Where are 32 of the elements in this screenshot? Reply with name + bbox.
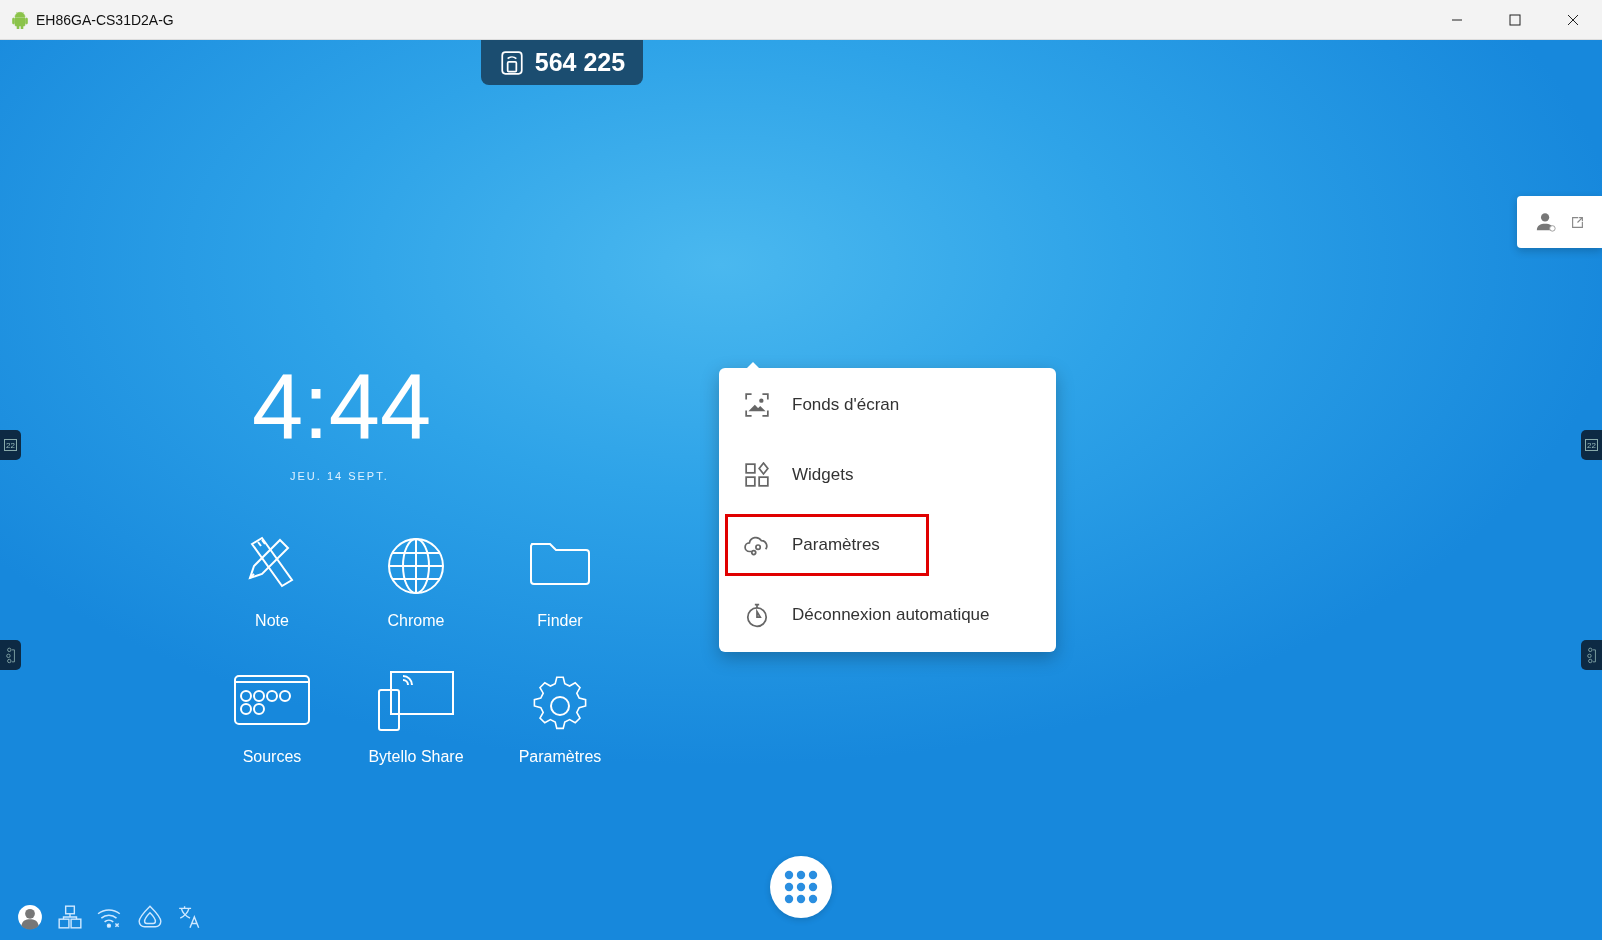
app-label[interactable]: Paramètres	[518, 748, 602, 766]
menu-item[interactable]: Fonds d'écran	[725, 374, 929, 436]
avatar-icon[interactable]	[17, 904, 43, 930]
apps-tab[interactable]	[1581, 640, 1602, 670]
image-frame-icon	[744, 392, 770, 418]
window-title: EH86GA-CS31D2A-G	[36, 11, 174, 28]
calendar-tab[interactable]: 22	[0, 430, 21, 460]
android-icon	[12, 10, 28, 29]
person-icon[interactable]	[1535, 211, 1557, 233]
screen-share-icon	[498, 49, 525, 76]
network-icon[interactable]	[57, 904, 83, 930]
maximize-icon	[1509, 13, 1521, 26]
clock-date: JEU. 14 SEPT.	[290, 470, 390, 482]
close-icon	[1567, 13, 1579, 26]
apps-tab[interactable]	[0, 640, 21, 670]
stopwatch-icon	[744, 602, 770, 628]
clock-time: 4:44	[251, 360, 433, 452]
menu-item[interactable]: Paramètres	[725, 514, 929, 576]
menu-item[interactable]: Widgets	[725, 444, 929, 506]
menu-item[interactable]: Déconnexion automatique	[725, 584, 1005, 646]
app-label[interactable]: Sources	[242, 748, 302, 766]
connection-code: 564 225	[534, 48, 626, 77]
calendar-tab[interactable]: 22	[1581, 430, 1602, 460]
widgets-icon	[744, 462, 770, 488]
circles-icon	[4, 646, 17, 664]
assistant-icon[interactable]	[137, 904, 163, 930]
app-drawer-button[interactable]	[770, 856, 832, 918]
external-link-icon[interactable]	[1571, 215, 1584, 229]
app-label[interactable]: Bytello Share	[368, 748, 464, 766]
circles-icon	[1585, 646, 1598, 664]
dots-grid-icon	[783, 869, 819, 905]
screen-share-icon[interactable]	[376, 670, 456, 734]
